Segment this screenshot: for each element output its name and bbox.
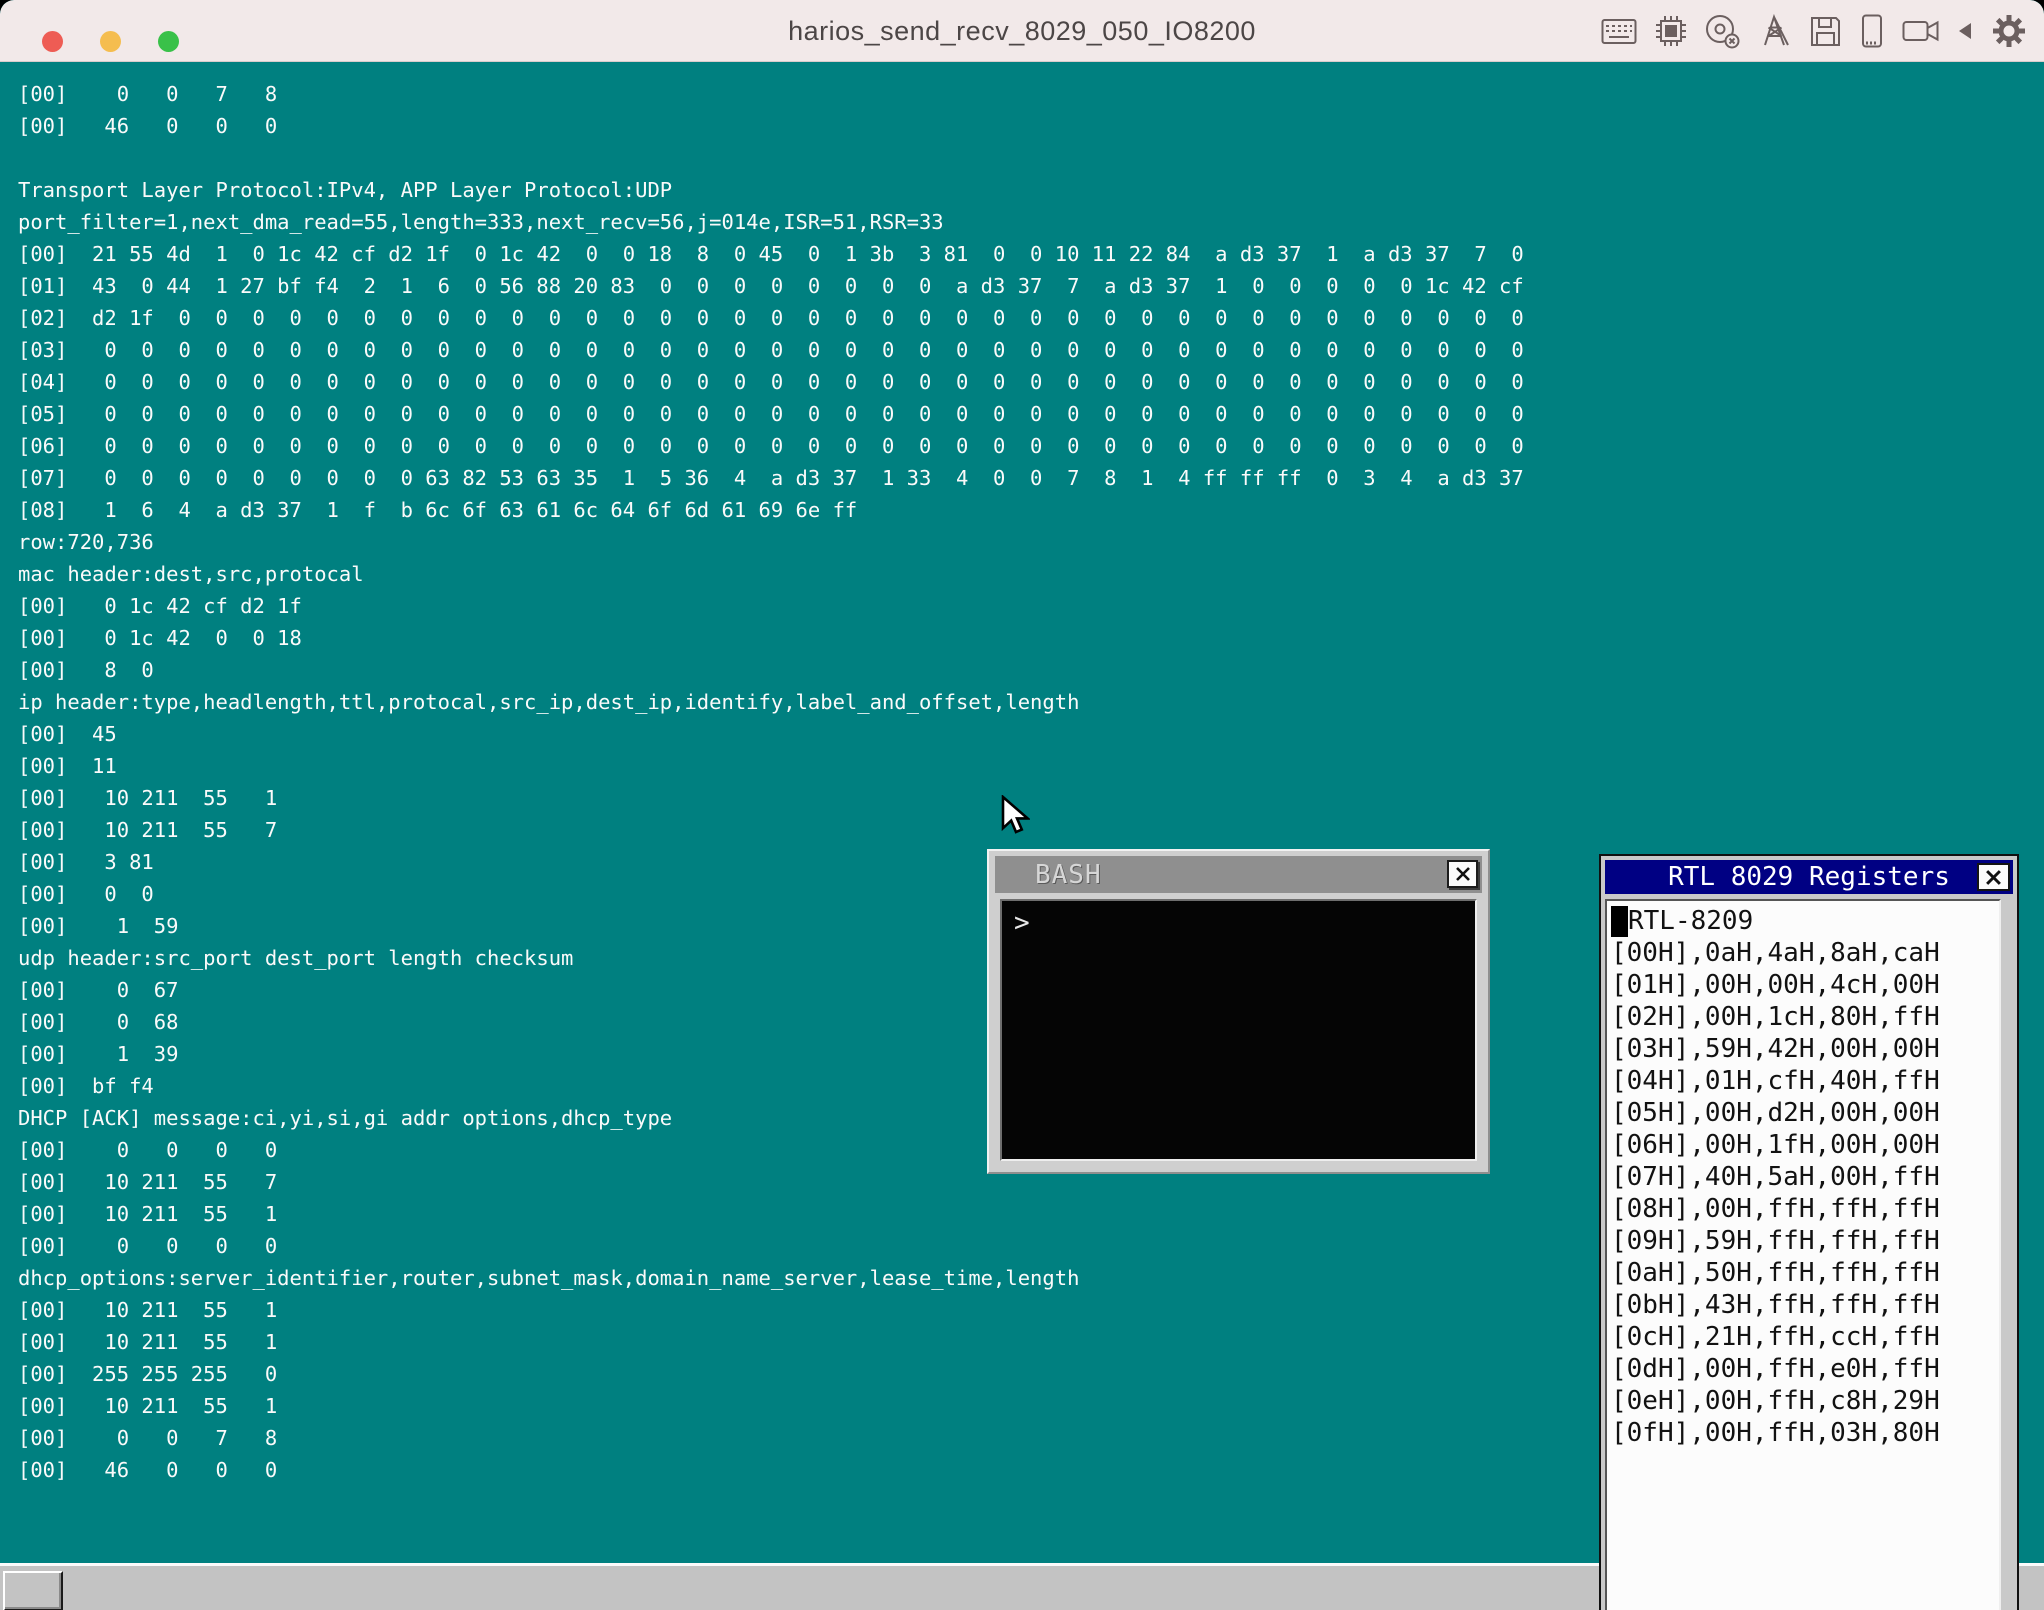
- rtl-window-titlebar[interactable]: RTL 8029 Registers: [1605, 860, 2013, 894]
- toolbar: [1601, 0, 2028, 62]
- rtl-register-list[interactable]: RTL-8209 [00H],0aH,4aH,8aH,caH [01H],00H…: [1605, 899, 2001, 1610]
- bash-window-titlebar[interactable]: BASH: [995, 856, 1482, 893]
- save-icon[interactable]: [1809, 15, 1842, 48]
- cdrom-icon[interactable]: [1705, 14, 1741, 49]
- rtl-window-title: RTL 8029 Registers: [1668, 862, 1950, 892]
- emulator-screen: harios_send_recv_8029_050_IO8200: [0, 0, 2044, 1610]
- rewind-icon[interactable]: [1957, 21, 1973, 41]
- cpu-icon[interactable]: [1654, 14, 1688, 48]
- close-icon: [1455, 866, 1471, 882]
- bash-window-title: BASH: [1035, 860, 1102, 890]
- console-output: [00] 0 0 7 8 [00] 46 0 0 0 Transport Lay…: [18, 78, 1524, 1486]
- rtl-close-button[interactable]: [1977, 863, 2010, 891]
- window-titlebar: harios_send_recv_8029_050_IO8200: [0, 0, 2044, 62]
- taskbar-button[interactable]: [3, 1571, 63, 1610]
- close-icon: [1985, 869, 2002, 886]
- camera-icon[interactable]: [1902, 17, 1940, 45]
- keyboard-icon[interactable]: [1601, 18, 1637, 45]
- rtl-register-values: RTL-8209 [00H],0aH,4aH,8aH,caH [01H],00H…: [1611, 905, 1940, 1449]
- network-tower-icon[interactable]: [1758, 14, 1792, 48]
- bash-window: BASH >: [987, 849, 1490, 1174]
- rtl-registers-window: RTL 8029 Registers RTL-8209 [00H],0aH,4a…: [1599, 854, 2019, 1610]
- settings-icon[interactable]: [1990, 12, 2028, 50]
- bash-terminal[interactable]: >: [1000, 899, 1477, 1161]
- drive-icon[interactable]: [1859, 14, 1885, 48]
- bash-close-button[interactable]: [1447, 860, 1478, 888]
- bash-prompt: >: [1014, 907, 1030, 939]
- mouse-cursor: [1000, 795, 1030, 837]
